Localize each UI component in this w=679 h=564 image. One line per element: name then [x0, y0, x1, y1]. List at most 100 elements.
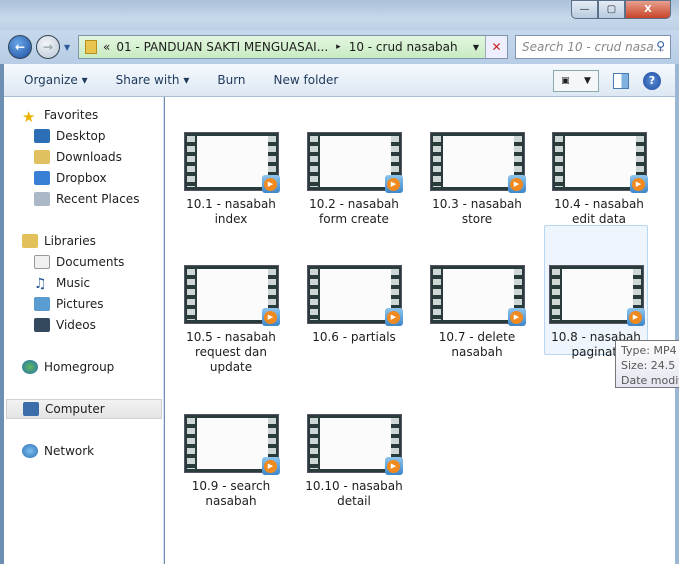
change-view-button[interactable]: ▣ ▼ [553, 70, 599, 92]
sidebar-item-music[interactable]: ♫ Music [34, 273, 90, 293]
sidebar-label: Downloads [56, 150, 122, 164]
address-bar[interactable]: « 01 - PANDUAN SAKTI MENGUASAI... ▸ 10 -… [78, 35, 508, 59]
folder-icon [85, 40, 97, 54]
documents-icon [34, 255, 50, 269]
network-icon [22, 444, 38, 458]
stop-icon[interactable]: ✕ [485, 36, 507, 58]
breadcrumb-current[interactable]: 10 - crud nasabah [349, 40, 458, 54]
command-bar: Organize ▾ Share with ▾ Burn New folder … [4, 64, 675, 97]
file-name: 10.3 - nasabah store [432, 197, 522, 226]
video-file-item[interactable]: ▶ 10.2 - nasabah form create [302, 132, 406, 227]
file-name: 10.4 - nasabah edit data [554, 197, 644, 226]
sidebar-item-homegroup[interactable]: Homegroup [22, 357, 114, 377]
video-file-item[interactable]: ▶ 10.7 - delete nasabah [425, 265, 529, 360]
video-thumbnail: ▶ [183, 414, 280, 475]
videos-icon [34, 318, 50, 332]
breadcrumb-overflow[interactable]: « [103, 40, 110, 54]
homegroup-icon [22, 360, 38, 374]
new-folder-button[interactable]: New folder [260, 73, 353, 87]
file-name: 10.2 - nasabah form create [309, 197, 399, 226]
file-name: 10.9 - search nasabah [191, 479, 271, 508]
title-bar: — ▢ X [0, 0, 679, 30]
view-icon: ▣ [561, 76, 570, 86]
pictures-icon [34, 297, 50, 311]
recent-pages-dropdown-icon[interactable]: ▼ [64, 43, 70, 52]
video-file-item[interactable]: ▶ 10.9 - search nasabah [179, 414, 283, 509]
video-thumbnail: ▶ [183, 132, 280, 193]
downloads-icon [34, 150, 50, 164]
organize-button[interactable]: Organize ▾ [4, 73, 102, 87]
file-name: 10.10 - nasabah detail [305, 479, 403, 508]
sidebar-label: Music [56, 276, 91, 290]
video-thumbnail: ▶ [429, 132, 526, 193]
search-icon[interactable]: ⚲ [656, 39, 665, 53]
forward-button[interactable]: → [36, 35, 60, 59]
maximize-button[interactable]: ▢ [598, 0, 625, 19]
sidebar-item-downloads[interactable]: Downloads [34, 147, 122, 167]
desktop-icon [34, 129, 50, 143]
sidebar-label: Pictures [56, 297, 104, 311]
back-button[interactable]: ← [8, 35, 32, 59]
file-name: 10.6 - partials [312, 330, 396, 344]
video-thumbnail: ▶ [551, 132, 648, 193]
video-thumbnail: ▶ [306, 132, 403, 193]
close-button[interactable]: X [625, 0, 671, 19]
sidebar-label: Favorites [44, 108, 99, 122]
media-player-icon: ▶ [629, 175, 648, 193]
video-file-item[interactable]: ▶ 10.8 - nasabah paginati [544, 225, 648, 359]
search-input[interactable]: Search 10 - crud nasa... ⚲ [515, 35, 671, 59]
file-name: 10.5 - nasabah request dan update [186, 330, 276, 374]
sidebar-label: Homegroup [44, 360, 115, 374]
sidebar-item-documents[interactable]: Documents [34, 252, 124, 272]
breadcrumb-separator-icon[interactable]: ▸ [336, 42, 341, 52]
sidebar-item-videos[interactable]: Videos [34, 315, 96, 335]
sidebar-label: Libraries [44, 234, 96, 248]
video-file-item[interactable]: ▶ 10.6 - partials [302, 265, 406, 345]
sidebar-label: Dropbox [56, 171, 107, 185]
sidebar-item-favorites[interactable]: ★ Favorites [22, 105, 99, 126]
video-file-item[interactable]: ▶ 10.10 - nasabah detail [302, 414, 406, 509]
video-thumbnail: ▶ [548, 265, 645, 326]
media-player-icon: ▶ [384, 308, 403, 326]
media-player-icon: ▶ [261, 457, 280, 475]
computer-icon [23, 402, 39, 416]
tooltip-type: Type: MP4 [621, 344, 677, 357]
tooltip-date: Date modif [621, 374, 679, 387]
media-player-icon: ▶ [384, 175, 403, 193]
sidebar-item-dropbox[interactable]: Dropbox [34, 168, 107, 188]
video-file-item[interactable]: ▶ 10.1 - nasabah index [179, 132, 283, 227]
sidebar-item-recent-places[interactable]: Recent Places [34, 189, 139, 209]
star-icon: ★ [22, 108, 36, 126]
video-file-item[interactable]: ▶ 10.5 - nasabah request dan update [179, 265, 283, 375]
media-player-icon: ▶ [507, 175, 526, 193]
sidebar-item-computer[interactable]: Computer [6, 399, 162, 419]
sidebar-label: Computer [45, 402, 105, 416]
file-name: 10.7 - delete nasabah [438, 330, 516, 359]
window-border [675, 64, 679, 564]
media-player-icon: ▶ [384, 457, 403, 475]
address-dropdown-icon[interactable]: ▼ [473, 43, 479, 52]
video-file-item[interactable]: ▶ 10.3 - nasabah store [425, 132, 529, 227]
burn-button[interactable]: Burn [203, 73, 259, 87]
help-icon[interactable]: ? [643, 72, 661, 90]
sidebar-item-network[interactable]: Network [22, 441, 94, 461]
video-thumbnail: ▶ [306, 265, 403, 326]
sidebar-item-libraries[interactable]: Libraries [22, 231, 96, 251]
search-placeholder: Search 10 - crud nasa... [522, 40, 666, 54]
sidebar-label: Documents [56, 255, 125, 269]
breadcrumb-parent[interactable]: 01 - PANDUAN SAKTI MENGUASAI... [116, 40, 328, 54]
media-player-icon: ▶ [261, 308, 280, 326]
minimize-button[interactable]: — [571, 0, 598, 19]
video-file-item[interactable]: ▶ 10.4 - nasabah edit data [547, 132, 651, 227]
view-dropdown-icon: ▼ [583, 76, 591, 86]
navigation-pane: ★ Favorites Desktop Downloads Dropbox Rec… [4, 97, 164, 564]
media-player-icon: ▶ [507, 308, 526, 326]
sidebar-item-pictures[interactable]: Pictures [34, 294, 104, 314]
media-player-icon: ▶ [261, 175, 280, 193]
navigation-row: ← → ▼ « 01 - PANDUAN SAKTI MENGUASAI... … [0, 30, 679, 64]
sidebar-item-desktop[interactable]: Desktop [34, 126, 106, 146]
file-list: ▶ 10.1 - nasabah index ▶ 10.2 - nasabah for… [165, 97, 675, 564]
preview-pane-icon[interactable] [613, 73, 629, 89]
share-with-button[interactable]: Share with ▾ [102, 73, 204, 87]
dropbox-icon [34, 171, 50, 185]
